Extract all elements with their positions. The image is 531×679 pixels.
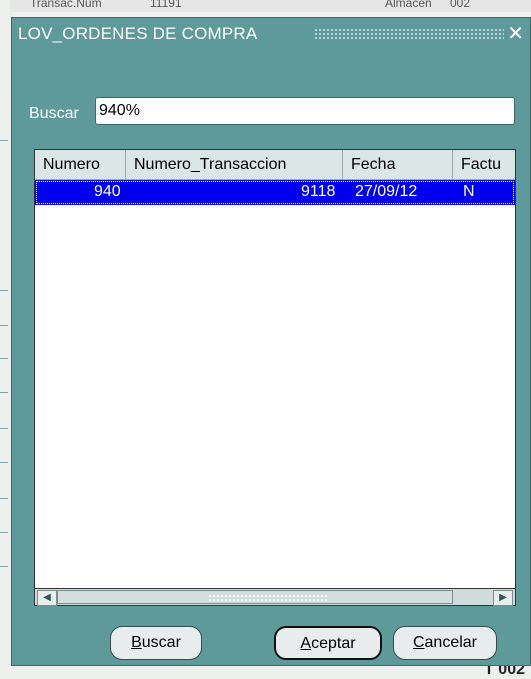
background-tick	[0, 428, 8, 429]
dialog-title: LOV_ORDENES DE COMPRA	[18, 24, 258, 43]
lov-dialog: LOV_ORDENES DE COMPRA ✕ Buscar Numero Nu…	[11, 17, 531, 666]
scroll-right-arrow-icon[interactable]: ▶	[493, 590, 513, 606]
background-tick	[0, 325, 8, 326]
close-icon[interactable]: ✕	[507, 21, 524, 46]
scroll-left-arrow-icon[interactable]: ◀	[37, 590, 57, 606]
aceptar-label: ceptar	[311, 635, 356, 652]
search-input[interactable]	[95, 97, 515, 125]
background-tick	[0, 566, 8, 567]
cell-factura: N	[463, 183, 475, 200]
horizontal-scrollbar[interactable]: ◀ ▶	[34, 588, 516, 606]
cancelar-label: ancelar	[424, 634, 478, 651]
aceptar-button[interactable]: Aceptar	[274, 626, 382, 660]
background-tick	[0, 532, 8, 533]
background-label: Almacen	[385, 0, 432, 10]
buscar-label: uscar	[141, 634, 181, 651]
background-tick	[0, 140, 8, 141]
background-tick	[0, 392, 8, 393]
cancelar-mnemonic: C	[412, 634, 425, 651]
buscar-button[interactable]: Buscar	[110, 626, 202, 660]
column-header-fecha[interactable]: Fecha	[343, 150, 453, 179]
background-tick	[0, 462, 8, 463]
background-tick	[0, 358, 8, 359]
cancelar-button[interactable]: Cancelar	[393, 626, 497, 660]
column-header-numero-transaccion[interactable]: Numero_Transaccion	[126, 150, 343, 179]
results-table: Numero Numero_Transaccion Fecha Factu 94…	[34, 149, 516, 590]
background-form-header: Transac.Num 11191 Almacen 002	[0, 0, 531, 12]
cell-numero: 940	[94, 183, 121, 200]
background-form-edge	[0, 0, 10, 673]
table-row-selected[interactable]: 940 9118 27/09/12 N	[35, 180, 515, 205]
buscar-mnemonic: B	[131, 634, 142, 651]
background-tick	[0, 498, 8, 499]
background-label: Transac.Num	[30, 0, 102, 10]
background-tick	[0, 290, 8, 291]
titlebar-drag-grip[interactable]	[314, 28, 504, 40]
column-header-numero[interactable]: Numero	[35, 150, 126, 179]
thumb-grip	[208, 594, 328, 602]
background-value: 11191	[150, 0, 182, 10]
dialog-titlebar[interactable]: LOV_ORDENES DE COMPRA ✕	[12, 18, 530, 48]
cell-numero-transaccion: 9118	[301, 183, 336, 200]
column-header-factura[interactable]: Factu	[453, 150, 515, 179]
aceptar-mnemonic: A	[300, 635, 312, 652]
background-value: 002	[450, 0, 471, 10]
table-header: Numero Numero_Transaccion Fecha Factu	[35, 150, 515, 180]
cell-fecha: 27/09/12	[355, 183, 418, 200]
search-label: Buscar	[29, 105, 79, 122]
scrollbar-thumb[interactable]	[57, 590, 453, 604]
